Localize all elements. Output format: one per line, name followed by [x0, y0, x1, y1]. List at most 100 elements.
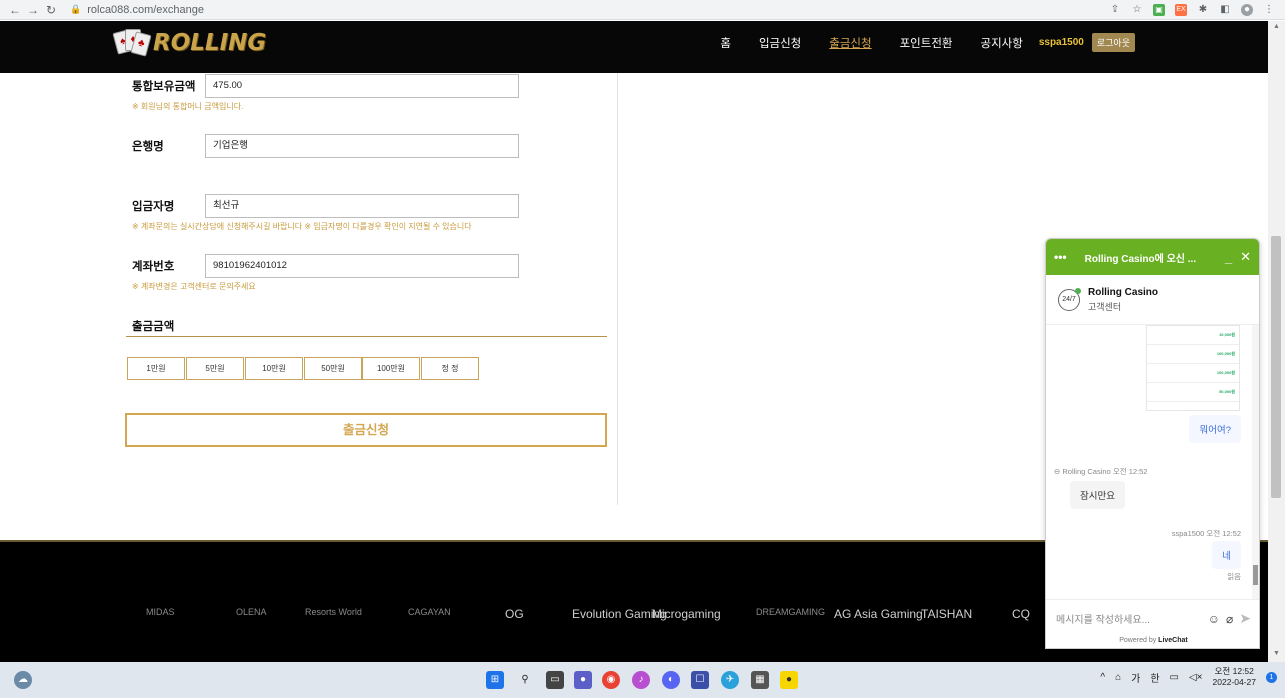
forward-icon[interactable]: → [24, 3, 42, 17]
volume-icon[interactable]: ◁× [1189, 672, 1203, 683]
back-icon[interactable]: ← [6, 3, 24, 17]
balance-field[interactable]: 475.00 [205, 74, 519, 98]
amount-title: 출금금액 [132, 321, 175, 333]
nav-home[interactable]: 홈 [720, 35, 731, 51]
agent-name: Rolling Casino [1088, 286, 1158, 298]
extension-icon[interactable]: ▣ [1153, 3, 1165, 16]
attachment-value: 100,000원 [1216, 351, 1235, 356]
chat-title: Rolling Casino에 오신 ... [1084, 253, 1197, 265]
weather-icon[interactable]: ☁ [14, 671, 32, 689]
minimize-icon[interactable]: _ [1225, 250, 1232, 265]
network-icon[interactable]: ⌂ [1115, 672, 1121, 683]
telegram-icon[interactable]: ✈ [721, 671, 739, 689]
notification-badge[interactable]: 1 [1266, 671, 1277, 683]
provider-logo: TAISHAN [921, 607, 973, 621]
amount-button-10[interactable]: 10만원 [245, 357, 303, 380]
task-view-icon[interactable]: ▭ [546, 671, 564, 689]
nav-deposit[interactable]: 입금신청 [759, 35, 801, 51]
provider-logo: Microgaming [652, 607, 721, 621]
share-icon[interactable]: ⇪ [1109, 4, 1121, 16]
search-icon[interactable]: ⚲ [516, 671, 534, 689]
account-note: ※ 계좌변경은 고객센터로 문의주세요 [132, 282, 256, 291]
amount-divider [126, 336, 607, 337]
depositor-field[interactable]: 최선규 [205, 194, 519, 218]
livechat-brand: LiveChat [1158, 637, 1188, 644]
provider-logo: OLENA [236, 607, 267, 617]
agent-message: 잠시만요 [1070, 481, 1125, 509]
extension-icon[interactable]: EX [1175, 3, 1187, 16]
provider-logo: DREAMGAMING [756, 607, 826, 617]
page-scrollbar[interactable]: ▲ ▼ [1268, 21, 1285, 662]
start-icon[interactable]: ⊞ [486, 671, 504, 689]
read-receipt: 읽음 [1227, 572, 1241, 581]
amount-button-5[interactable]: 5만원 [186, 357, 244, 380]
app-icon[interactable]: ☐ [691, 671, 709, 689]
attachment-value: 100,000원 [1216, 370, 1235, 375]
amount-reset-button[interactable]: 정 정 [421, 357, 479, 380]
withdraw-submit-button[interactable]: 출금신청 [125, 413, 607, 447]
attachment-value: 50,000원 [1219, 389, 1235, 394]
attach-icon[interactable]: ⌀ [1226, 612, 1233, 626]
scroll-down-icon[interactable]: ▼ [1268, 650, 1285, 660]
balance-note: ※ 회원님의 통합머니 금액입니다. [132, 102, 244, 111]
message-input[interactable]: 메시지를 작성하세요... [1056, 611, 1202, 626]
image-attachment[interactable]: 10,000원 100,000원 100,000원 50,000원 [1146, 325, 1240, 411]
browser-toolbar: ← → ↻ 🔒 rolca088.com/exchange ⇪ ☆ ▣ EX ✱… [0, 0, 1285, 20]
reload-icon[interactable]: ↻ [42, 3, 60, 17]
emoji-icon[interactable]: ☺ [1208, 612, 1220, 626]
taskbar: ☁ ⊞ ⚲ ▭ ● ◉ ♪ ◐ ☐ ✈ ▦ ● ^ ⌂ 가 한 ▭ ◁× 오전 … [0, 662, 1285, 698]
nav-point-convert[interactable]: 포인트전환 [900, 35, 953, 51]
tray-expand-icon[interactable]: ^ [1100, 672, 1105, 683]
clock-time: 오전 12:52 [1214, 666, 1254, 676]
provider-logo: OG [505, 607, 524, 621]
more-icon[interactable]: ••• [1054, 250, 1067, 264]
amount-button-100[interactable]: 100만원 [362, 357, 420, 380]
account-field[interactable]: 98101962401012 [205, 254, 519, 278]
calculator-icon[interactable]: ▦ [751, 671, 769, 689]
agent-subtitle: 고객센터 [1088, 301, 1122, 312]
puzzle-icon[interactable]: ✱ [1197, 4, 1209, 16]
agent-message-meta: ⊖ Rolling Casino 오전 12:52 [1054, 466, 1147, 477]
send-icon[interactable]: ➤ [1239, 610, 1251, 627]
scroll-up-icon[interactable]: ▲ [1268, 23, 1285, 33]
nav-notice[interactable]: 공지사항 [981, 35, 1023, 51]
message-composer: 메시지를 작성하세요... ☺ ⌀ ➤ [1046, 599, 1259, 637]
powered-prefix: Powered by [1119, 637, 1157, 644]
provider-logo: AG Asia Gaming [834, 607, 923, 621]
lock-icon: 🔒 [70, 4, 82, 14]
discord-icon[interactable]: ◐ [662, 671, 680, 689]
kakaotalk-icon[interactable]: ● [780, 671, 798, 689]
user-message: 네 [1212, 541, 1241, 569]
account-label: 계좌번호 [132, 261, 175, 273]
ime-mode[interactable]: 가 [1131, 670, 1140, 685]
amount-button-50[interactable]: 50만원 [304, 357, 362, 380]
nav-withdraw[interactable]: 출금신청 [829, 35, 871, 51]
powered-by[interactable]: Powered by LiveChat [1046, 637, 1259, 648]
message-list[interactable]: 10,000원 100,000원 100,000원 50,000원 뭐어여? ⊖… [1046, 325, 1259, 599]
amount-button-1[interactable]: 1만원 [127, 357, 185, 380]
logout-button[interactable]: 로그아웃 [1091, 33, 1135, 52]
scrollbar-thumb[interactable] [1271, 236, 1281, 498]
logo[interactable]: ♠ ♦ ♣ ROLLING [112, 25, 266, 61]
livechat-widget: ••• Rolling Casino에 오신 ... _ ✕ 24/7 Roll… [1045, 238, 1260, 649]
url-text[interactable]: rolca088.com/exchange [87, 4, 204, 16]
music-icon[interactable]: ♪ [632, 671, 650, 689]
address-bar[interactable]: 🔒 rolca088.com/exchange [70, 4, 204, 16]
provider-logo: CAGAYAN [408, 607, 451, 617]
ime-lang[interactable]: 한 [1150, 670, 1159, 685]
sidepanel-icon[interactable]: ◧ [1219, 4, 1231, 16]
star-icon[interactable]: ☆ [1131, 4, 1143, 16]
agent-meta-text: Rolling Casino 오전 12:52 [1062, 467, 1148, 476]
chat-scrollbar[interactable] [1252, 325, 1259, 599]
close-icon[interactable]: ✕ [1240, 249, 1251, 265]
profile-icon[interactable]: ● [1241, 3, 1253, 16]
clock-date: 2022-04-27 [1212, 677, 1256, 687]
clock[interactable]: 오전 12:52 2022-04-27 [1213, 666, 1256, 688]
display-icon[interactable]: ▭ [1170, 672, 1179, 683]
user-message-meta: sspa1500 오전 12:52 [1171, 529, 1241, 538]
bank-field[interactable]: 기업은행 [205, 134, 519, 158]
chrome-icon[interactable]: ◉ [602, 671, 620, 689]
chat-app-icon[interactable]: ● [574, 671, 592, 689]
username: sspa1500 [1038, 37, 1084, 48]
menu-icon[interactable]: ⋮ [1263, 4, 1275, 16]
